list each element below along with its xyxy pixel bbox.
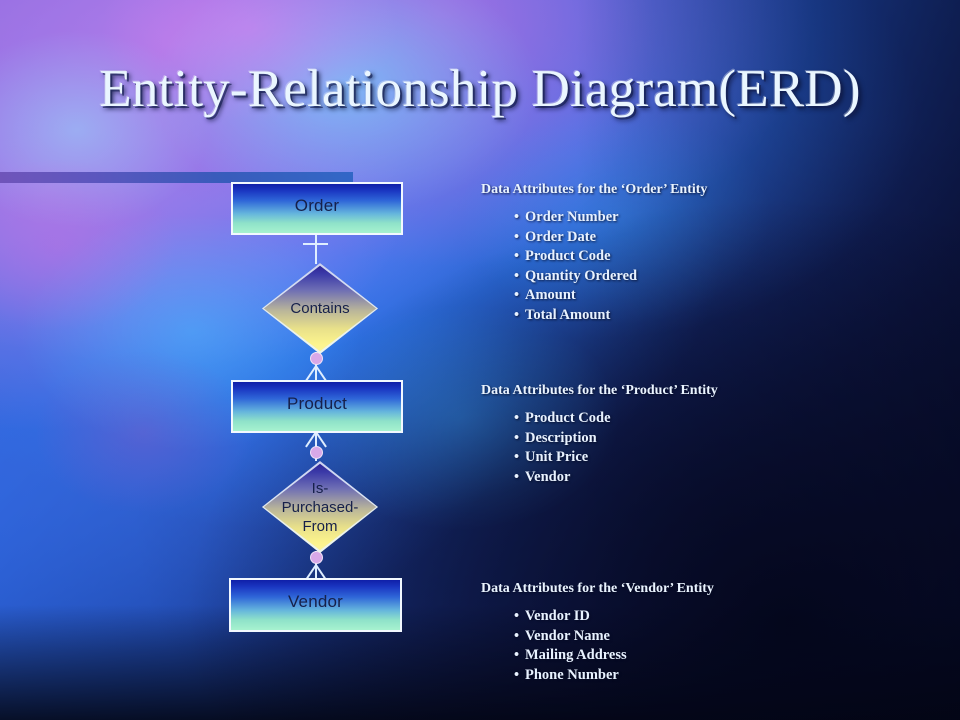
attribute-item: Amount (525, 286, 707, 306)
entity-box-order[interactable]: Order (231, 182, 403, 235)
attribute-item: Vendor Name (525, 627, 714, 647)
attribute-item: Mailing Address (525, 646, 714, 666)
entity-box-product[interactable]: Product (231, 380, 403, 433)
attribute-item: Order Number (525, 208, 707, 228)
attribute-block-heading: Data Attributes for the ‘Vendor’ Entity (481, 581, 714, 596)
attribute-block-heading: Data Attributes for the ‘Order’ Entity (481, 182, 708, 197)
relationship-label: Is- Purchased- From (281, 479, 359, 535)
connector-line (315, 235, 317, 264)
attribute-item: Vendor (525, 468, 718, 488)
cardinality-zero-circle (310, 446, 323, 459)
attribute-list: Vendor ID Vendor Name Mailing Address Ph… (481, 607, 714, 685)
entity-label: Order (294, 195, 340, 215)
attribute-list: Product Code Description Unit Price Vend… (481, 409, 718, 487)
attribute-item: Vendor ID (525, 607, 714, 627)
relationship-label: Contains (290, 300, 350, 317)
entity-label: Product (287, 393, 347, 413)
attribute-item: Product Code (525, 409, 718, 429)
relationship-diamond-is-purchased-from[interactable]: Is- Purchased- From (262, 461, 378, 553)
attribute-block-order: Data Attributes for the ‘Order’ Entity O… (481, 182, 707, 325)
attribute-item: Order Date (525, 228, 707, 248)
attribute-item: Phone Number (525, 666, 714, 686)
slide-canvas: Entity-Relationship Diagram(ERD) Order P… (0, 0, 960, 720)
attribute-block-vendor: Data Attributes for the ‘Vendor’ Entity … (481, 581, 714, 685)
attribute-list: Order Number Order Date Product Code Qua… (481, 208, 707, 325)
entity-label: Vendor (287, 592, 344, 611)
attribute-item: Quantity Ordered (525, 267, 707, 287)
attribute-item: Product Code (525, 247, 707, 267)
slide-title: Entity-Relationship Diagram(ERD) (99, 60, 861, 118)
attribute-block-product: Data Attributes for the ‘Product’ Entity… (481, 383, 718, 487)
entity-box-vendor[interactable]: Vendor (229, 578, 402, 632)
cardinality-one-bar (303, 243, 328, 245)
attribute-item: Description (525, 429, 718, 449)
relationship-diamond-contains[interactable]: Contains (262, 263, 378, 354)
attribute-item: Total Amount (525, 306, 707, 326)
attribute-block-heading: Data Attributes for the ‘Product’ Entity (481, 383, 718, 398)
attribute-item: Unit Price (525, 448, 718, 468)
